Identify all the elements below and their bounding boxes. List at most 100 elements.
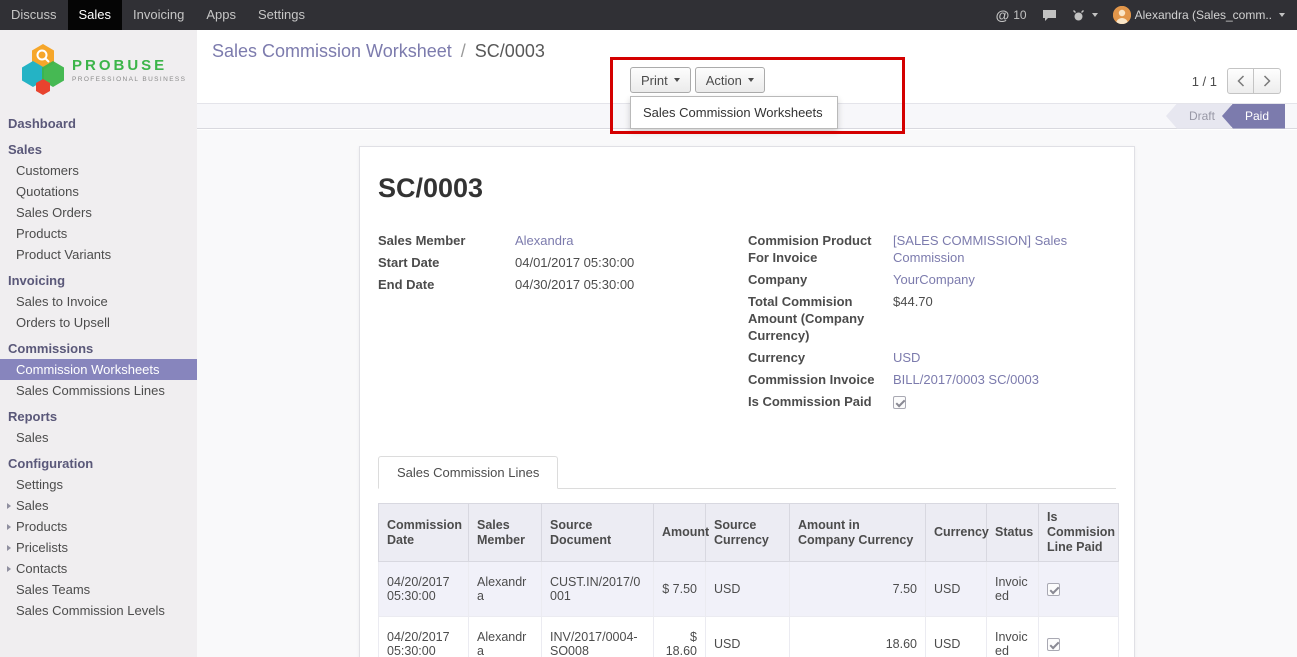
cell-paid — [1039, 617, 1119, 657]
cell-company_amount: 7.50 — [790, 562, 926, 617]
fields-left-column: Sales MemberAlexandraStart Date04/01/201… — [378, 232, 748, 415]
sidebar-item-settings[interactable]: Settings — [0, 474, 197, 495]
field-label: End Date — [378, 276, 515, 293]
sidebar-item-label: Customers — [16, 163, 79, 178]
chevron-right-icon — [7, 503, 11, 509]
pager-next-button[interactable] — [1254, 68, 1281, 94]
form-area: SC/0003 Sales MemberAlexandraStart Date0… — [197, 130, 1297, 657]
form-sheet: SC/0003 Sales MemberAlexandraStart Date0… — [359, 146, 1135, 657]
sidebar-item-sales-commissions-lines[interactable]: Sales Commissions Lines — [0, 380, 197, 401]
logo-title: PROBUSE — [72, 57, 186, 74]
field-commission-invoice: Commission InvoiceBILL/2017/0003 SC/0003 — [748, 371, 1116, 388]
sidebar-item-sales-commission-levels[interactable]: Sales Commission Levels — [0, 600, 197, 621]
mentions-button[interactable]: @ 10 — [996, 7, 1027, 23]
commission-lines-table: Commission DateSales MemberSource Docume… — [378, 503, 1119, 657]
sidebar-section-dashboard[interactable]: Dashboard — [0, 112, 197, 134]
dropdown-item-sales-commission-worksheets[interactable]: Sales Commission Worksheets — [631, 100, 837, 125]
table-row[interactable]: 04/20/2017 05:30:00AlexandraINV/2017/000… — [379, 617, 1119, 657]
field-link-sales-member[interactable]: Alexandra — [515, 233, 574, 248]
sidebar-item-sales[interactable]: Sales — [0, 427, 197, 448]
sidebar-section-commissions[interactable]: Commissions — [0, 337, 197, 359]
sidebar-item-label: Sales Teams — [16, 582, 90, 597]
avatar — [1113, 6, 1131, 24]
status-paid[interactable]: Paid — [1222, 104, 1285, 129]
chevron-right-icon — [7, 524, 11, 530]
cell-member: Alexandra — [469, 562, 542, 617]
field-label: Total Commision Amount (Company Currency… — [748, 293, 893, 344]
field-company: CompanyYourCompany — [748, 271, 1116, 288]
cell-status: Invoiced — [987, 562, 1039, 617]
sidebar-item-commission-worksheets[interactable]: Commission Worksheets — [0, 359, 197, 380]
fields-right-column: Commision Product For Invoice[SALES COMM… — [748, 232, 1116, 415]
user-name: Alexandra (Sales_comm.. — [1135, 8, 1272, 22]
topbar-menu-sales[interactable]: Sales — [68, 0, 123, 30]
chat-button[interactable] — [1042, 9, 1057, 22]
column-header-status: Status — [987, 504, 1039, 562]
bug-icon — [1072, 9, 1085, 22]
field-link-commission-invoice[interactable]: BILL/2017/0003 SC/0003 — [893, 372, 1039, 387]
field-label: Commission Invoice — [748, 371, 893, 388]
tab-sales-commission-lines[interactable]: Sales Commission Lines — [378, 456, 558, 489]
topbar-menu-apps[interactable]: Apps — [195, 0, 247, 30]
sidebar-item-products[interactable]: Products — [0, 223, 197, 244]
field-value: 04/30/2017 05:30:00 — [515, 276, 748, 293]
sidebar-item-sales-to-invoice[interactable]: Sales to Invoice — [0, 291, 197, 312]
field-label: Sales Member — [378, 232, 515, 249]
user-menu[interactable]: Alexandra (Sales_comm.. — [1113, 6, 1285, 24]
status-draft[interactable]: Draft — [1166, 104, 1231, 129]
debug-menu-button[interactable] — [1072, 9, 1098, 22]
sidebar-section-invoicing[interactable]: Invoicing — [0, 269, 197, 291]
topbar-menu-settings[interactable]: Settings — [247, 0, 316, 30]
chevron-down-icon — [748, 78, 754, 82]
sidebar-item-label: Quotations — [16, 184, 79, 199]
field-value: USD — [893, 349, 1116, 366]
chevron-right-icon — [7, 545, 11, 551]
chevron-left-icon — [1237, 75, 1245, 87]
print-dropdown: Sales Commission Worksheets — [630, 96, 838, 129]
field-link-commision-product-for-invoice[interactable]: [SALES COMMISSION] Sales Commission — [893, 233, 1067, 265]
field-currency: CurrencyUSD — [748, 349, 1116, 366]
field-link-company[interactable]: YourCompany — [893, 272, 975, 287]
sidebar-item-customers[interactable]: Customers — [0, 160, 197, 181]
sidebar-item-label: Sales — [16, 430, 49, 445]
cell-currency: USD — [926, 562, 987, 617]
probuse-logo-icon — [22, 44, 64, 96]
at-icon: @ — [996, 7, 1010, 23]
sidebar-section-reports[interactable]: Reports — [0, 405, 197, 427]
sidebar-item-label: Products — [16, 519, 67, 534]
cell-paid — [1039, 562, 1119, 617]
field-end-date: End Date04/30/2017 05:30:00 — [378, 276, 748, 293]
sidebar-item-label: Products — [16, 226, 67, 241]
print-button[interactable]: Print — [630, 67, 691, 93]
topbar-systray: @ 10 Alexandra (Sales_comm.. — [996, 0, 1297, 30]
pager-previous-button[interactable] — [1227, 68, 1254, 94]
chevron-down-icon — [1279, 13, 1285, 17]
breadcrumb: Sales Commission Worksheet / SC/0003 — [212, 41, 545, 62]
field-link-currency[interactable]: USD — [893, 350, 920, 365]
breadcrumb-parent-link[interactable]: Sales Commission Worksheet — [212, 41, 452, 61]
topbar-menu-invoicing[interactable]: Invoicing — [122, 0, 195, 30]
sidebar-item-contacts[interactable]: Contacts — [0, 558, 197, 579]
sidebar-item-sales[interactable]: Sales — [0, 495, 197, 516]
field-sales-member: Sales MemberAlexandra — [378, 232, 748, 249]
sidebar-item-quotations[interactable]: Quotations — [0, 181, 197, 202]
sidebar-item-pricelists[interactable]: Pricelists — [0, 537, 197, 558]
column-header-amount: Amount — [654, 504, 706, 562]
breadcrumb-separator: / — [461, 41, 466, 61]
sidebar-item-product-variants[interactable]: Product Variants — [0, 244, 197, 265]
pager-text: 1 / 1 — [1192, 74, 1217, 89]
topbar-menu-discuss[interactable]: Discuss — [0, 0, 68, 30]
sidebar-item-orders-to-upsell[interactable]: Orders to Upsell — [0, 312, 197, 333]
sidebar-item-sales-orders[interactable]: Sales Orders — [0, 202, 197, 223]
action-button[interactable]: Action — [695, 67, 765, 93]
sidebar-item-products[interactable]: Products — [0, 516, 197, 537]
sidebar-section-sales[interactable]: Sales — [0, 138, 197, 160]
table-row[interactable]: 04/20/2017 05:30:00AlexandraCUST.IN/2017… — [379, 562, 1119, 617]
sidebar-section-configuration[interactable]: Configuration — [0, 452, 197, 474]
chevron-right-icon — [1263, 75, 1271, 87]
field-commision-product-for-invoice: Commision Product For Invoice[SALES COMM… — [748, 232, 1116, 266]
field-label: Start Date — [378, 254, 515, 271]
sidebar-item-sales-teams[interactable]: Sales Teams — [0, 579, 197, 600]
cell-company_amount: 18.60 — [790, 617, 926, 657]
table-body: 04/20/2017 05:30:00AlexandraCUST.IN/2017… — [379, 562, 1119, 657]
